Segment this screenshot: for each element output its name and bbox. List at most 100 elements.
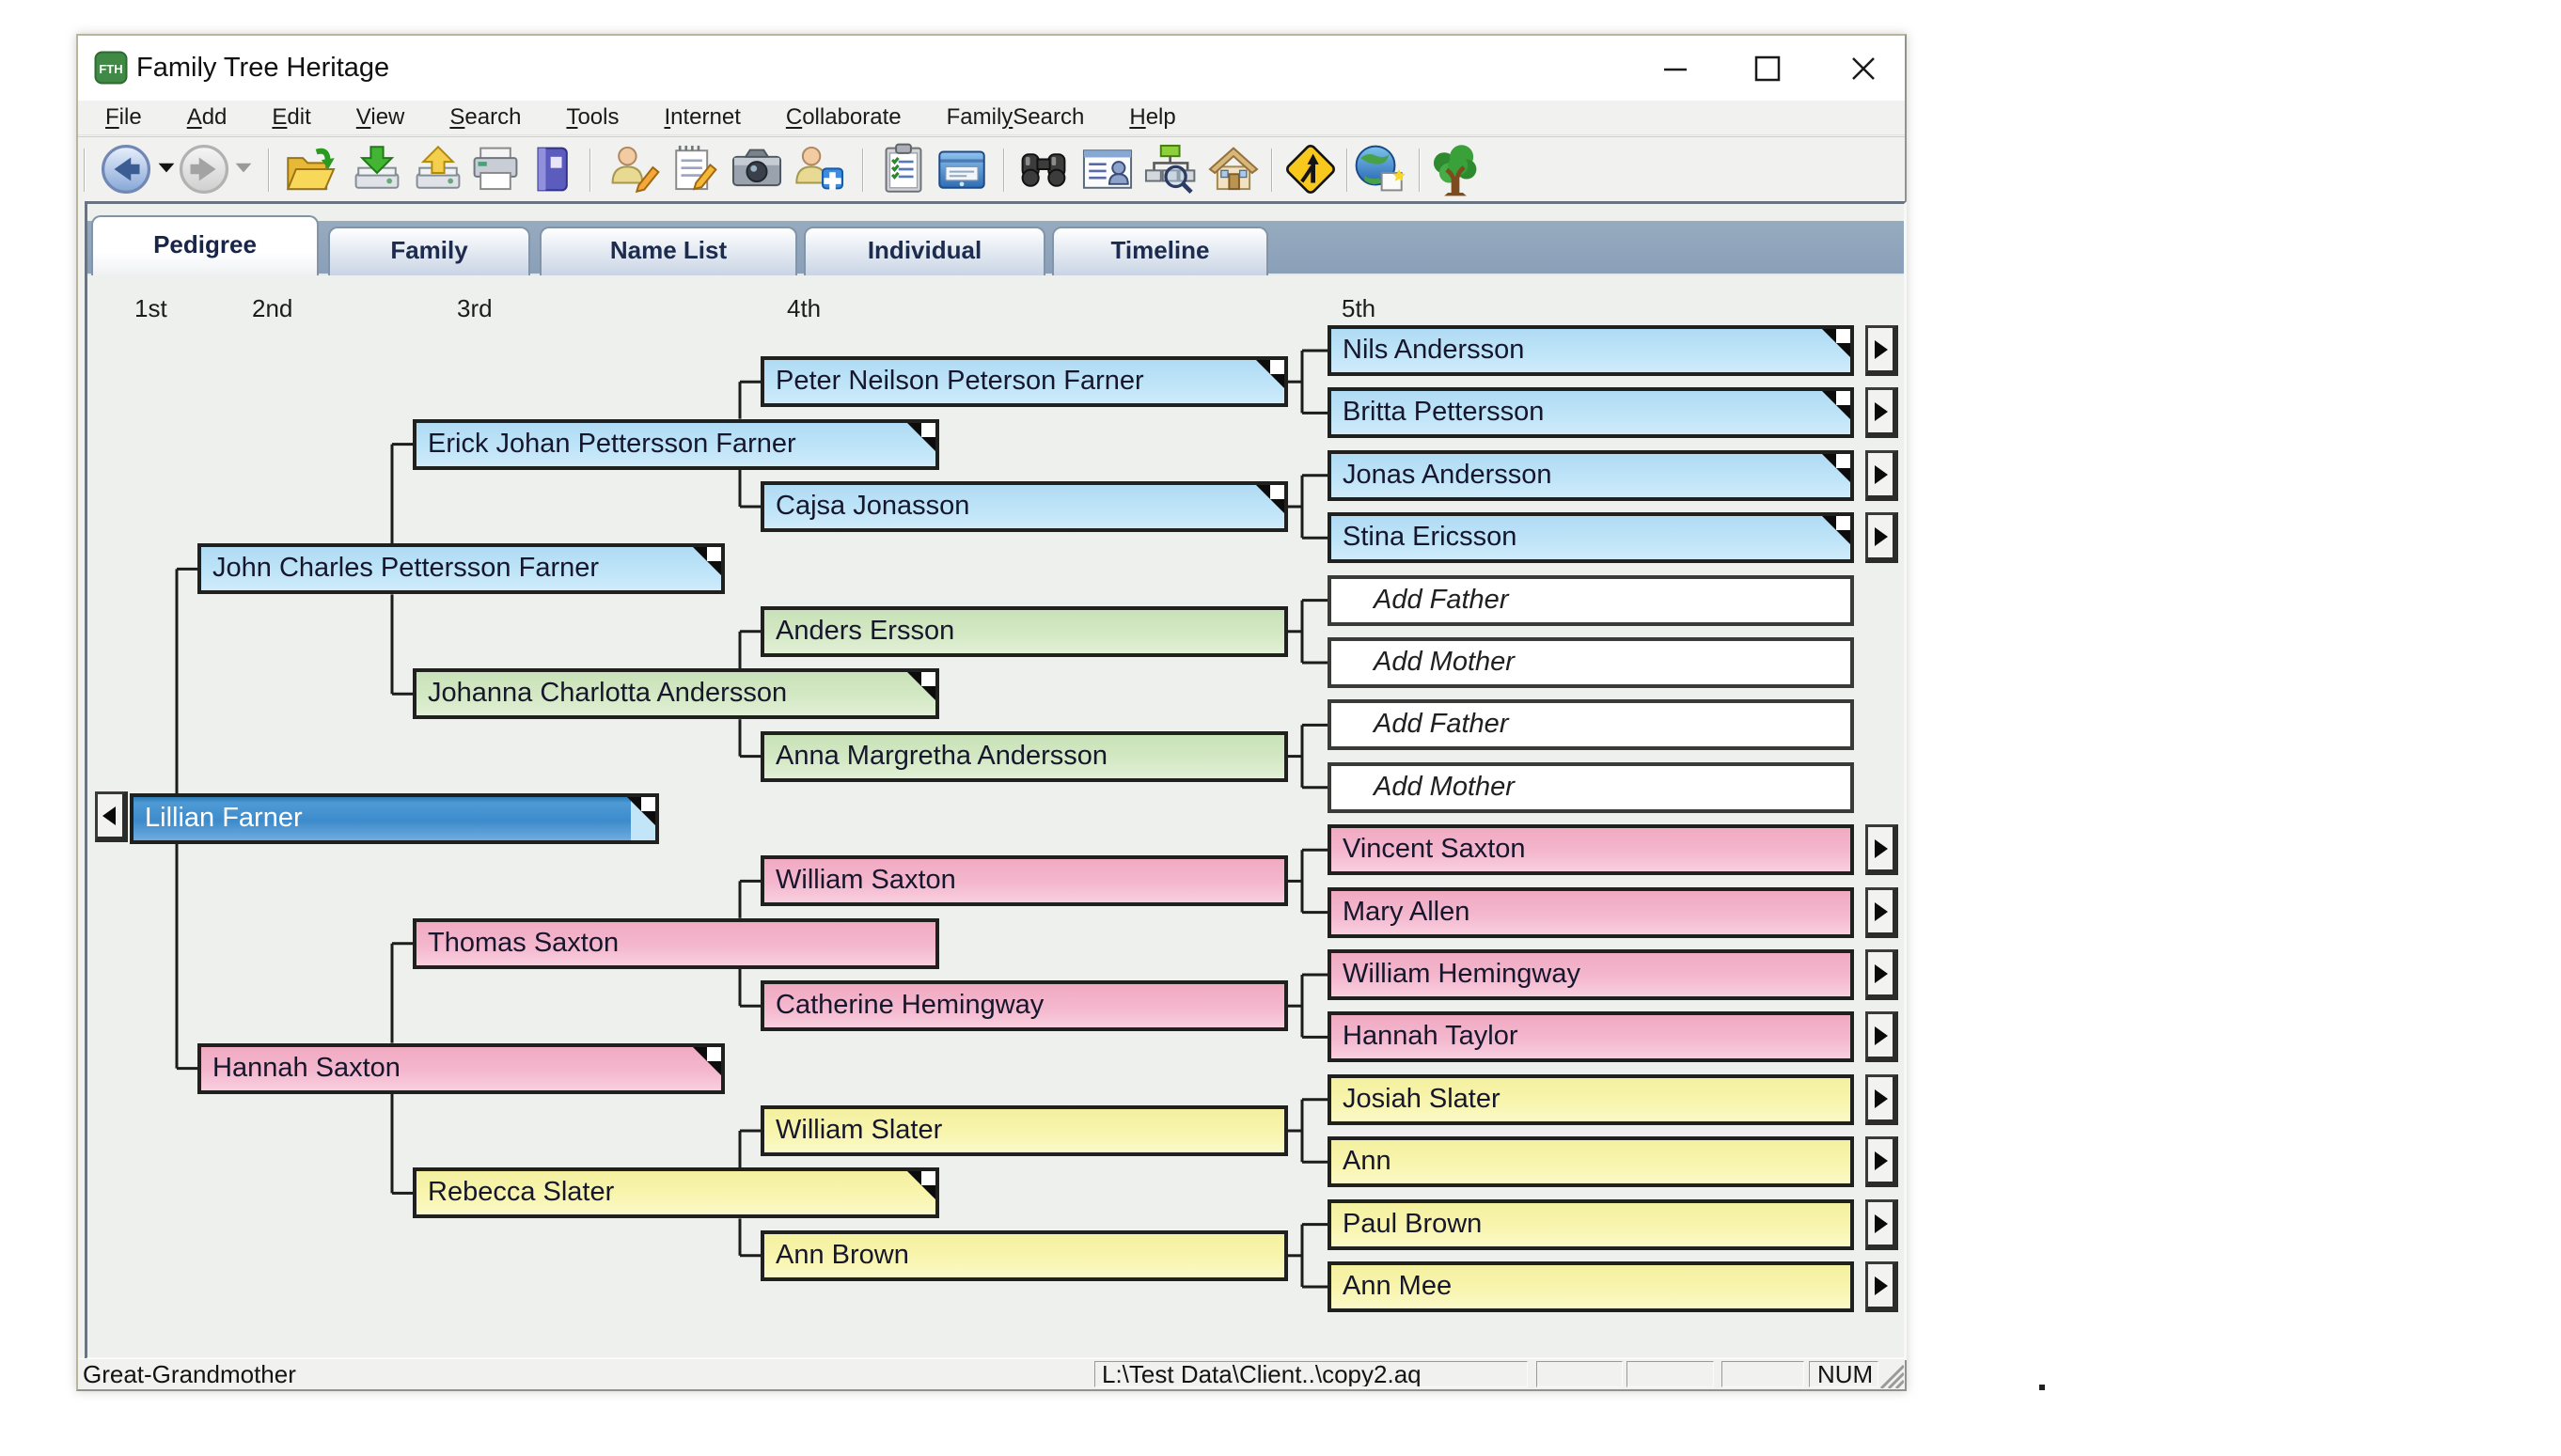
person-box-mary[interactable]: Mary Allen [1328, 887, 1854, 938]
person-box-thomas[interactable]: Thomas Saxton [413, 918, 939, 969]
tree-icon[interactable] [1428, 142, 1483, 196]
home-icon[interactable] [1206, 142, 1261, 196]
menu-item-tools[interactable]: Tools [555, 104, 630, 131]
cardfile-icon[interactable] [935, 142, 989, 196]
resize-grip-icon[interactable] [1876, 1360, 1904, 1388]
person-box-annmee[interactable]: Ann Mee [1328, 1261, 1854, 1312]
person-box-john[interactable]: John Charles Pettersson Farner [197, 543, 725, 594]
camera-icon[interactable] [730, 142, 784, 196]
print-icon[interactable] [468, 142, 523, 196]
expand-ancestors-button-annmee[interactable] [1865, 1261, 1898, 1312]
person-box-hannaht[interactable]: Hannah Taylor [1328, 1011, 1854, 1062]
person-box-anders[interactable]: Anders Ersson [761, 606, 1288, 657]
orgchart-search-icon[interactable] [1142, 142, 1197, 196]
expand-ancestors-button-jonas[interactable] [1865, 450, 1898, 501]
person-box-williams[interactable]: William Saxton [761, 855, 1288, 906]
add-parent-box-addf1[interactable]: Add Father [1328, 575, 1854, 626]
dogear-page-icon [921, 423, 935, 437]
globe-page-icon[interactable] [1352, 142, 1406, 196]
expand-ancestors-button-ann[interactable] [1865, 1136, 1898, 1187]
person-box-peter[interactable]: Peter Neilson Peterson Farner [761, 356, 1288, 407]
person-box-cajsa[interactable]: Cajsa Jonasson [761, 481, 1288, 532]
toolbar-separator [862, 149, 864, 192]
person-name: Anna Margretha Andersson [776, 735, 1108, 777]
merge-sign-icon[interactable] [1283, 142, 1338, 196]
binoculars-icon[interactable] [1016, 142, 1071, 196]
list-person-icon[interactable] [1080, 142, 1135, 196]
toolbar-separator [1346, 149, 1348, 192]
expand-ancestors-button-stina[interactable] [1865, 512, 1898, 563]
expand-ancestors-button-britta[interactable] [1865, 387, 1898, 438]
person-name: William Hemingway [1343, 953, 1580, 995]
person-name: Peter Neilson Peterson Farner [776, 360, 1144, 402]
back-icon[interactable] [99, 142, 153, 196]
person-box-nils[interactable]: Nils Andersson [1328, 325, 1854, 376]
expand-ancestors-button-mary[interactable] [1865, 887, 1898, 938]
person-name: Catherine Hemingway [776, 984, 1044, 1026]
person-box-britta[interactable]: Britta Pettersson [1328, 387, 1854, 438]
maximize-button[interactable] [1737, 36, 1798, 101]
menu-item-search[interactable]: Search [438, 104, 532, 131]
menu-item-view[interactable]: View [345, 104, 416, 131]
title-bar[interactable]: FTH Family Tree Heritage [78, 36, 1905, 101]
menu-item-add[interactable]: Add [176, 104, 239, 131]
person-box-paul[interactable]: Paul Brown [1328, 1199, 1854, 1250]
person-box-lillian[interactable]: Lillian Farner [130, 793, 659, 844]
expand-ancestors-button-hannaht[interactable] [1865, 1011, 1898, 1062]
minimize-button[interactable] [1645, 36, 1705, 101]
person-box-rebecca[interactable]: Rebecca Slater [413, 1167, 939, 1218]
tab-pedigree[interactable]: Pedigree [91, 215, 319, 275]
person-box-ann[interactable]: Ann [1328, 1136, 1854, 1187]
person-box-annbrown[interactable]: Ann Brown [761, 1230, 1288, 1281]
back-dropdown-icon[interactable] [155, 142, 178, 196]
person-box-johanna[interactable]: Johanna Charlotta Andersson [413, 668, 939, 719]
book-icon[interactable] [525, 142, 579, 196]
person-box-josiah[interactable]: Josiah Slater [1328, 1074, 1854, 1125]
window-title: Family Tree Heritage [136, 36, 389, 101]
person-name: Johanna Charlotta Andersson [428, 672, 787, 714]
export-icon[interactable] [411, 142, 465, 196]
person-name: Mary Allen [1343, 891, 1469, 933]
expand-ancestors-button-paul[interactable] [1865, 1199, 1898, 1250]
person-box-vincent[interactable]: Vincent Saxton [1328, 824, 1854, 875]
add-parent-box-addf2[interactable]: Add Father [1328, 699, 1854, 750]
person-box-hannah[interactable]: Hannah Saxton [197, 1043, 725, 1094]
clipboard-icon[interactable] [876, 142, 931, 196]
open-file-icon[interactable] [283, 142, 338, 196]
notes-icon[interactable] [668, 142, 722, 196]
menu-item-internet[interactable]: Internet [652, 104, 751, 131]
expand-ancestors-button-williamh[interactable] [1865, 949, 1898, 1000]
import-icon[interactable] [350, 142, 404, 196]
menu-item-help[interactable]: Help [1118, 104, 1186, 131]
toolbar [78, 136, 1905, 201]
person-box-williamh[interactable]: William Hemingway [1328, 949, 1854, 1000]
add-parent-box-addm1[interactable]: Add Mother [1328, 637, 1854, 688]
expand-ancestors-button-vincent[interactable] [1865, 824, 1898, 875]
person-box-jonas[interactable]: Jonas Andersson [1328, 450, 1854, 501]
close-button[interactable] [1833, 36, 1893, 101]
menu-item-collaborate[interactable]: Collaborate [775, 104, 913, 131]
dogear-page-icon [1836, 516, 1850, 530]
edit-person-icon[interactable] [606, 142, 661, 196]
right-arrow-icon [1875, 1089, 1888, 1108]
add-person-icon[interactable] [792, 142, 846, 196]
menu-item-familysearch[interactable]: FamilySearch [935, 104, 1096, 131]
person-name: Add Father [1374, 703, 1508, 745]
forward-dropdown-icon[interactable] [232, 142, 255, 196]
forward-icon[interactable] [177, 142, 231, 196]
person-box-anna[interactable]: Anna Margretha Andersson [761, 731, 1288, 782]
app-icon: FTH [94, 50, 128, 86]
menu-item-file[interactable]: File [94, 104, 153, 131]
expand-ancestors-button-nils[interactable] [1865, 325, 1898, 376]
person-box-williamsl[interactable]: William Slater [761, 1105, 1288, 1156]
person-box-stina[interactable]: Stina Ericsson [1328, 512, 1854, 563]
navigate-back-button[interactable] [95, 791, 128, 842]
person-name: Add Mother [1374, 641, 1515, 683]
person-box-catherine[interactable]: Catherine Hemingway [761, 980, 1288, 1031]
add-parent-box-addm2[interactable]: Add Mother [1328, 762, 1854, 813]
menu-item-edit[interactable]: Edit [260, 104, 322, 131]
person-name: Nils Andersson [1343, 329, 1524, 371]
person-name: Hannah Taylor [1343, 1015, 1517, 1057]
expand-ancestors-button-josiah[interactable] [1865, 1074, 1898, 1125]
person-box-erick[interactable]: Erick Johan Pettersson Farner [413, 419, 939, 470]
